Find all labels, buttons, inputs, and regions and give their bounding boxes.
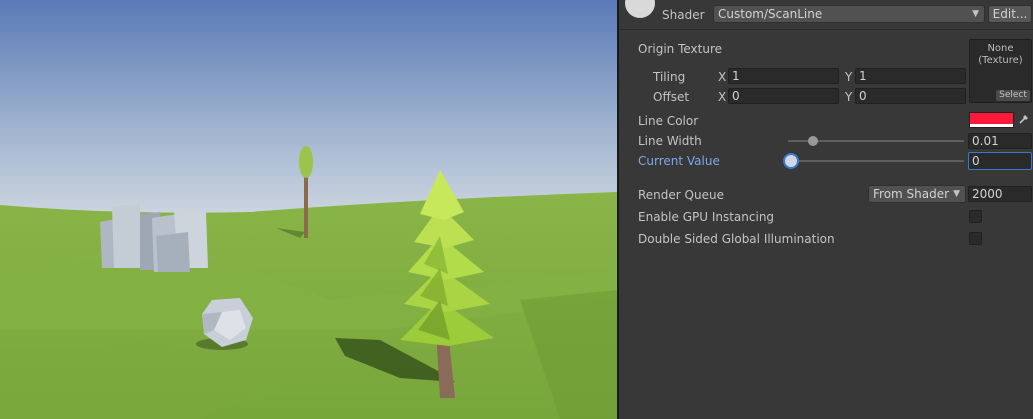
material-preview-icon	[625, 0, 655, 18]
scene-render[interactable]	[0, 0, 617, 419]
offset-label: Offset	[653, 90, 690, 104]
current-value-slider-thumb[interactable]	[785, 155, 797, 167]
rock-cluster	[100, 204, 208, 272]
tiling-label: Tiling	[653, 70, 686, 84]
render-queue-label: Render Queue	[638, 188, 724, 202]
gpu-instancing-checkbox[interactable]	[969, 210, 982, 223]
tiling-y-input[interactable]: 1	[855, 68, 966, 84]
offset-x-input[interactable]: 0	[728, 88, 839, 104]
line-color-fill	[970, 113, 1013, 124]
eyedropper-icon[interactable]	[1018, 113, 1030, 125]
tiling-x-label: X	[718, 70, 727, 84]
line-width-label: Line Width	[638, 134, 702, 148]
tiling-x-input[interactable]: 1	[728, 68, 839, 84]
shader-label: Shader	[662, 8, 705, 22]
origin-texture-label: Origin Texture	[638, 42, 723, 56]
chevron-down-icon: ▼	[972, 9, 979, 19]
current-value-slider-track[interactable]	[788, 160, 964, 162]
render-queue-dropdown[interactable]: From Shader ▼	[868, 185, 966, 203]
scene-view[interactable]	[0, 0, 617, 419]
double-sided-gi-checkbox[interactable]	[969, 232, 982, 245]
offset-x-label: X	[718, 90, 727, 104]
gpu-instancing-label: Enable GPU Instancing	[638, 210, 775, 224]
render-queue-input[interactable]: 2000	[968, 186, 1032, 202]
render-queue-mode: From Shader	[873, 187, 950, 201]
texture-slot-text: None (Texture)	[978, 43, 1023, 66]
line-width-slider-thumb[interactable]	[807, 136, 818, 146]
shader-dropdown-value: Custom/ScanLine	[718, 7, 823, 21]
chevron-down-icon: ▼	[953, 189, 960, 199]
current-value-label: Current Value	[638, 154, 720, 168]
line-color-label: Line Color	[638, 114, 699, 128]
offset-y-input[interactable]: 0	[855, 88, 966, 104]
texture-select-button[interactable]: Select	[996, 90, 1030, 101]
offset-y-label: Y	[845, 90, 853, 104]
double-sided-gi-label: Double Sided Global Illumination	[638, 232, 835, 246]
texture-slot[interactable]: None (Texture) Select	[969, 39, 1032, 103]
line-width-input[interactable]: 0.01	[968, 133, 1032, 149]
current-value-input[interactable]: 0	[968, 152, 1032, 170]
edit-shader-button[interactable]: Edit...	[988, 5, 1032, 23]
material-inspector: Shader Custom/ScanLine ▼ Edit... Origin …	[619, 0, 1033, 419]
shader-dropdown[interactable]: Custom/ScanLine ▼	[713, 5, 985, 23]
line-color-swatch[interactable]	[969, 112, 1014, 128]
sky	[0, 0, 617, 230]
header-separator	[619, 29, 1033, 30]
tiling-y-label: Y	[845, 70, 853, 84]
